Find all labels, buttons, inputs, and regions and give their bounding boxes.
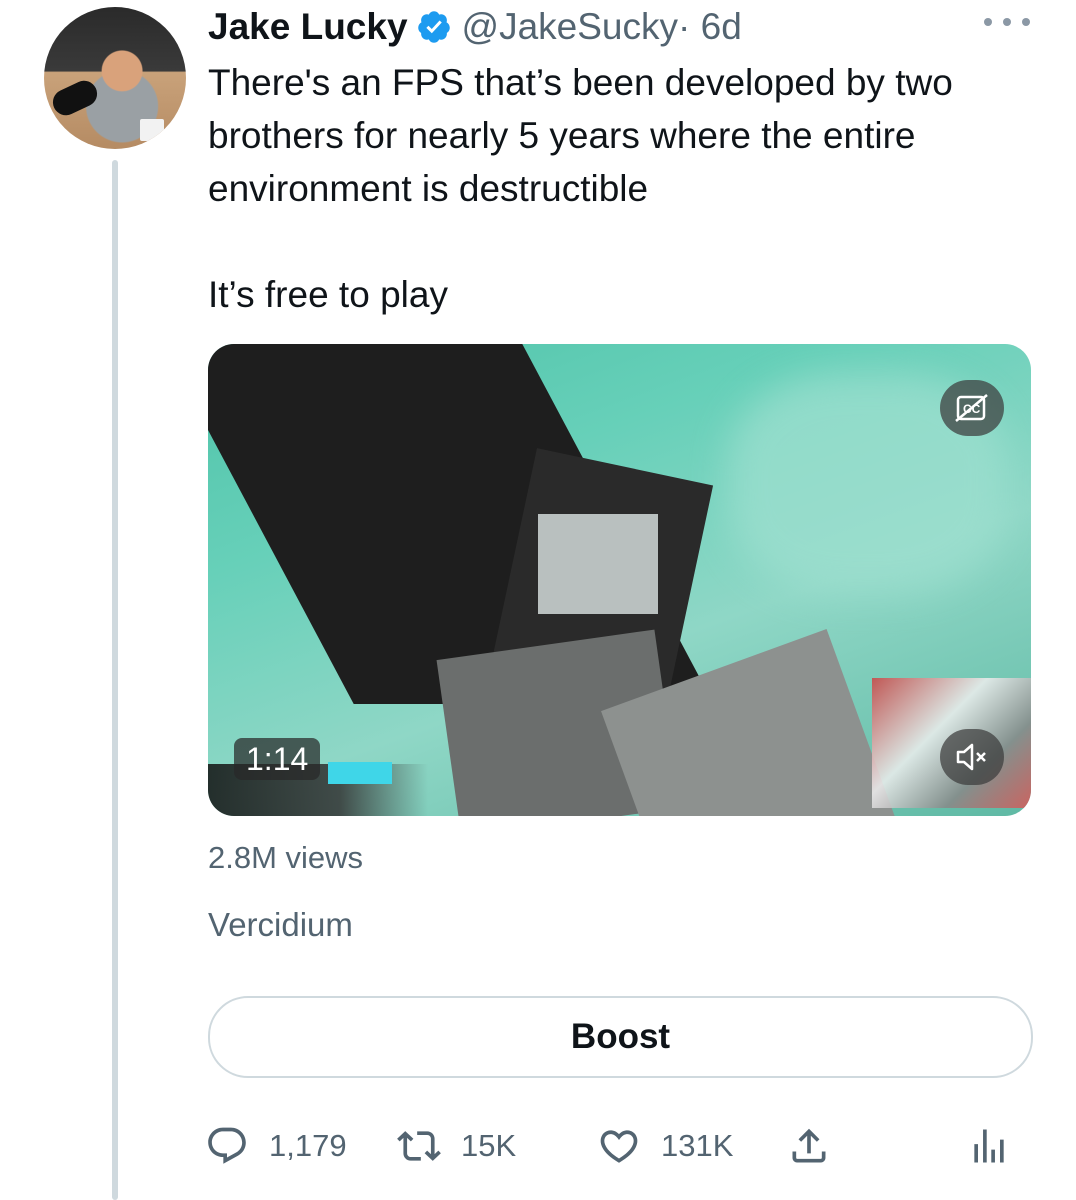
tweet-text: There's an FPS that’s been developed by … — [208, 56, 1048, 321]
retweet-button[interactable]: 15K — [397, 1118, 516, 1174]
author-name[interactable]: Jake Lucky — [208, 6, 408, 48]
like-button[interactable]: 131K — [597, 1118, 733, 1174]
verified-badge-icon — [417, 11, 450, 43]
reply-button[interactable]: 1,179 — [205, 1118, 347, 1174]
thread-line — [112, 160, 118, 1200]
share-icon — [792, 1128, 826, 1163]
mute-icon — [956, 743, 986, 771]
tweet-timestamp[interactable]: · 6d — [678, 6, 742, 48]
video-player[interactable]: CC 1:14 — [208, 344, 1031, 816]
like-icon — [600, 1130, 638, 1163]
mute-button[interactable] — [940, 729, 1004, 785]
retweet-icon — [397, 1131, 441, 1161]
view-count: 2.8M views — [208, 840, 364, 875]
boost-button[interactable]: Boost — [208, 996, 1033, 1078]
video-frame-shape — [538, 514, 658, 614]
analytics-button[interactable] — [967, 1118, 1031, 1174]
share-button[interactable] — [787, 1118, 851, 1174]
tweet-text-line1: There's an FPS that’s been developed by … — [208, 62, 953, 209]
avatar-cup — [140, 119, 164, 141]
closed-captions-button[interactable]: CC — [940, 380, 1004, 436]
avatar-microphone — [48, 76, 102, 120]
closed-captions-icon: CC — [955, 394, 988, 422]
tweet-header: Jake Lucky @JakeSucky · 6d — [208, 4, 742, 50]
avatar[interactable] — [44, 7, 186, 149]
retweet-count: 15K — [461, 1128, 517, 1163]
analytics-icon — [974, 1129, 1004, 1163]
author-handle[interactable]: @JakeSucky — [462, 6, 678, 48]
tweet-actions: 1,179 15K 131K — [205, 1118, 1035, 1174]
like-count: 131K — [661, 1128, 734, 1163]
video-frame-hud-bar — [328, 762, 392, 784]
more-icon[interactable] — [984, 15, 1030, 29]
video-source[interactable]: Vercidium — [208, 906, 353, 944]
reply-count: 1,179 — [269, 1128, 347, 1163]
video-duration-badge: 1:14 — [234, 738, 321, 780]
reply-icon — [208, 1127, 246, 1164]
tweet-text-line2: It’s free to play — [208, 274, 448, 315]
